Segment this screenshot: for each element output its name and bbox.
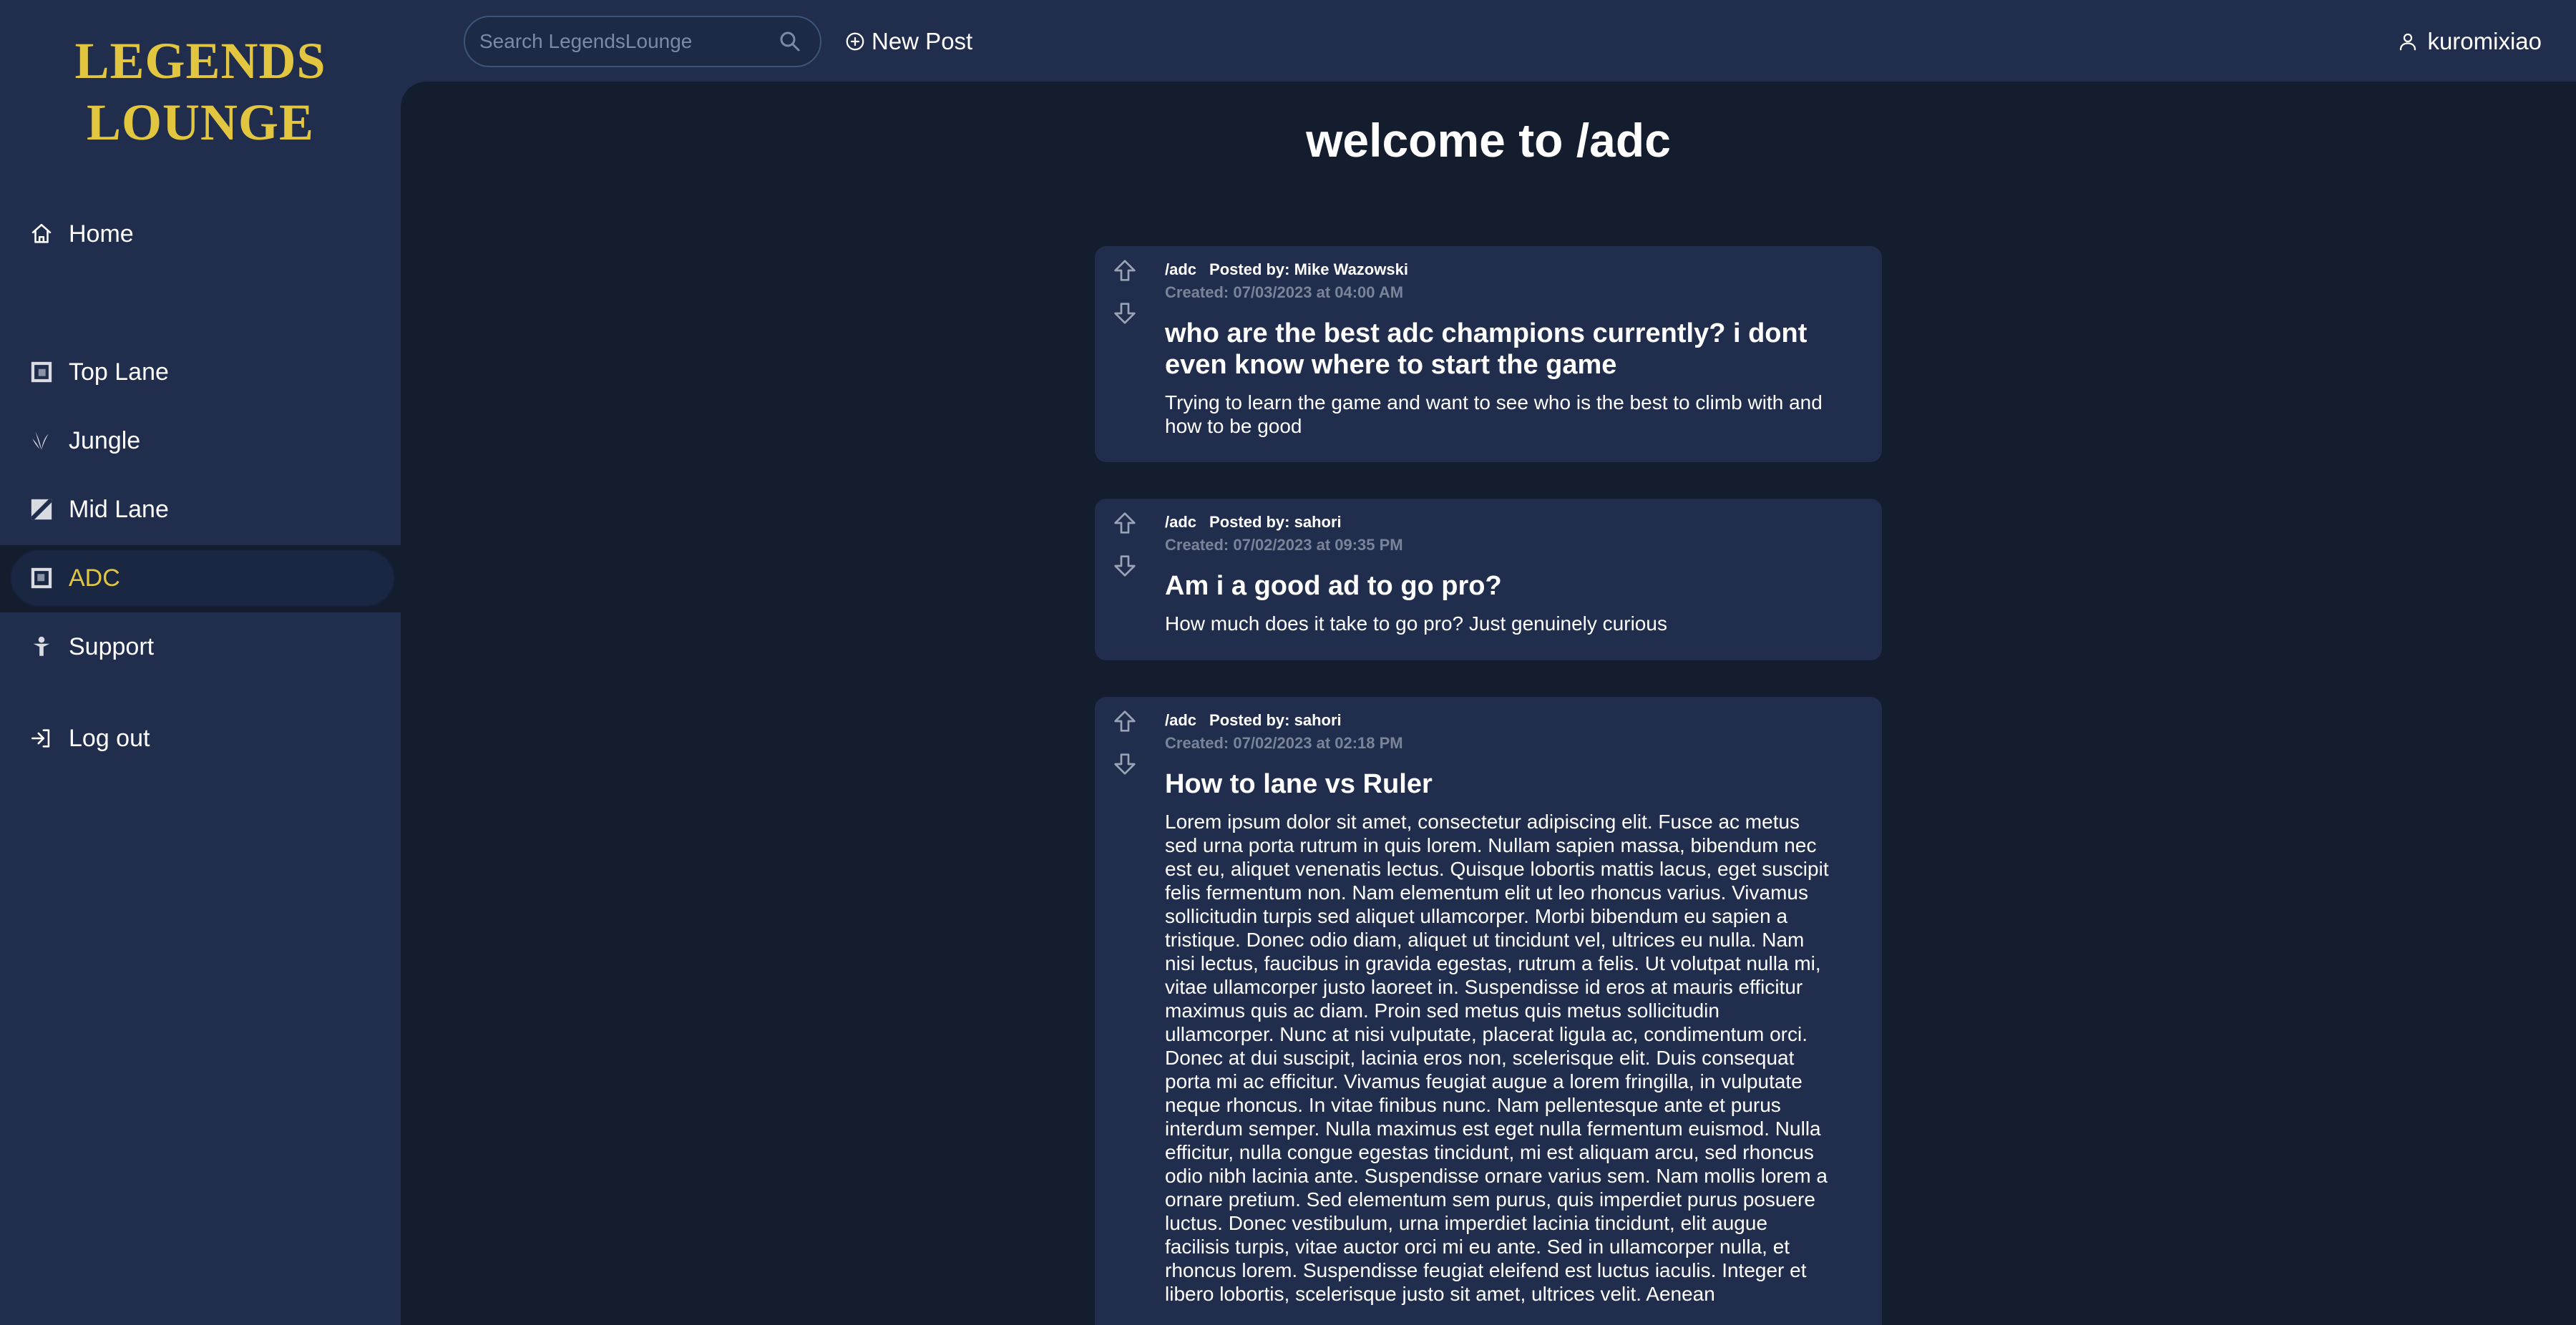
sidebar-item-label: ADC (69, 564, 120, 592)
post-subreddit[interactable]: /adc (1165, 513, 1196, 531)
sidebar-item-home[interactable]: Home (0, 202, 401, 265)
post-subreddit[interactable]: /adc (1165, 711, 1196, 729)
jungle-icon (29, 428, 54, 454)
sidebar-item-mid-lane[interactable]: Mid Lane (0, 478, 401, 541)
downvote-icon[interactable] (1111, 750, 1139, 778)
post-author: Posted by: sahori (1209, 513, 1342, 531)
post-created: Created: 07/02/2023 at 09:35 PM (1165, 536, 1403, 554)
post-title[interactable]: How to lane vs Ruler (1165, 768, 1832, 800)
upvote-icon[interactable] (1111, 509, 1139, 537)
post-subreddit[interactable]: /adc (1165, 260, 1196, 278)
sidebar-item-label: Support (69, 632, 155, 660)
post-card[interactable]: /adc Posted by: Mike Wazowski Created: 07… (1095, 246, 1882, 462)
vote-controls (1111, 509, 1139, 595)
post-meta: /adc Posted by: sahori (1165, 512, 1832, 533)
post-meta: /adc Posted by: sahori (1165, 710, 1832, 731)
sidebar-item-label: Home (69, 220, 134, 248)
post-text: Lorem ipsum dolor sit amet, consectetur … (1165, 811, 1829, 1305)
mid-lane-icon (29, 497, 54, 522)
sidebar: LEGENDS LOUNGE Home Top Lane Jungle Mid … (0, 0, 401, 1325)
post-title[interactable]: Am i a good ad to go pro? (1165, 570, 1832, 602)
search-box[interactable] (464, 16, 821, 67)
sidebar-item-top-lane[interactable]: Top Lane (0, 341, 401, 404)
post-meta: /adc Posted by: Mike Wazowski (1165, 259, 1832, 280)
search-input[interactable] (479, 30, 773, 53)
main-content: welcome to /adc /adc Posted by: Mike Wazo… (401, 82, 2576, 1325)
username: kuromixiao (2427, 28, 2542, 54)
post-title[interactable]: who are the best adc champions currently… (1165, 318, 1832, 381)
post-author: Posted by: Mike Wazowski (1209, 260, 1408, 278)
brand-line-2: LOUNGE (86, 94, 315, 151)
user-menu[interactable]: kuromixiao (2397, 21, 2542, 62)
sidebar-item-adc[interactable]: ADC (10, 549, 395, 607)
brand-line-1: LEGENDS (74, 32, 326, 89)
post-card[interactable]: /adc Posted by: sahori Created: 07/02/202… (1095, 697, 1882, 1325)
app: LEGENDS LOUNGE Home Top Lane Jungle Mid … (0, 0, 2576, 1325)
sidebar-item-label: Log out (69, 724, 150, 752)
sidebar-item-jungle[interactable]: Jungle (0, 409, 401, 472)
home-icon (29, 221, 54, 247)
logout-icon (29, 725, 54, 751)
vote-controls (1111, 256, 1139, 342)
downvote-icon[interactable] (1111, 552, 1139, 580)
upvote-icon[interactable] (1111, 256, 1139, 285)
sidebar-item-label: Jungle (69, 426, 141, 454)
plus-circle-icon (846, 32, 864, 51)
sidebar-item-support[interactable]: Support (0, 615, 401, 678)
adc-icon (29, 565, 54, 591)
top-bar: New Post kuromixiao (401, 0, 2576, 82)
page-title: welcome to /adc (1306, 114, 1671, 167)
post-text: How much does it take to go pro? Just ge… (1165, 612, 1667, 635)
new-post-button[interactable]: New Post (844, 21, 972, 62)
vote-controls (1111, 707, 1139, 793)
user-icon (2400, 33, 2416, 51)
search-icon[interactable] (777, 29, 803, 54)
new-post-label: New Post (872, 28, 973, 54)
sidebar-item-label: Top Lane (69, 358, 169, 386)
sidebar-item-log-out[interactable]: Log out (0, 707, 401, 770)
support-icon (29, 634, 54, 660)
post-author: Posted by: sahori (1209, 711, 1342, 729)
upvote-icon[interactable] (1111, 707, 1139, 735)
post-created: Created: 07/02/2023 at 02:18 PM (1165, 734, 1403, 752)
sidebar-item-label: Mid Lane (69, 495, 169, 523)
downvote-icon[interactable] (1111, 299, 1139, 328)
brand-logo[interactable]: LEGENDS LOUNGE (0, 30, 401, 153)
top-lane-icon (29, 359, 54, 385)
post-text: Trying to learn the game and want to see… (1165, 391, 1823, 437)
post-card[interactable]: /adc Posted by: sahori Created: 07/02/202… (1095, 499, 1882, 660)
post-created: Created: 07/03/2023 at 04:00 AM (1165, 283, 1404, 301)
